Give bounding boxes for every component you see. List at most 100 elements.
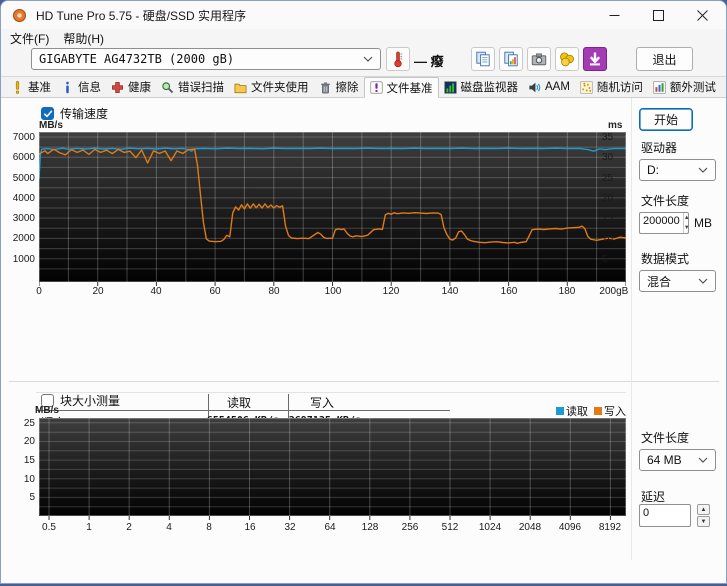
temperature-display: — 癈 <box>414 54 444 69</box>
tab-error-scan[interactable]: 错误扫描 <box>156 77 229 97</box>
main-x-axis-label: 80 <box>268 286 280 297</box>
data-mode-combo[interactable]: 混合 <box>639 270 716 292</box>
main-ms-axis-label: 10 <box>602 233 614 244</box>
drive-label: 驱动器 <box>641 141 678 155</box>
main-x-axis-label: 200gB <box>599 286 629 297</box>
tab-extra-tests[interactable]: 额外测试 <box>648 77 721 97</box>
tab-health[interactable]: 健康 <box>106 77 156 97</box>
main-x-axis-label: 100 <box>324 286 342 297</box>
file-benchmark-icon <box>369 81 383 94</box>
transfer-speed-label: 传输速度 <box>60 107 109 121</box>
drive-combo[interactable]: D: <box>639 159 716 181</box>
file-length-value: 200000 <box>643 215 680 227</box>
block-x-axis-label: 1024 <box>478 522 502 533</box>
checkbox-checked-icon <box>41 107 54 120</box>
drive-selector[interactable]: GIGABYTE AG4732TB (2000 gB) <box>31 48 381 70</box>
tab-aam[interactable]: AAM <box>523 77 575 97</box>
block-x-axis-label: 16 <box>244 522 256 533</box>
menu-file[interactable]: 文件(F) <box>10 30 49 47</box>
tab-label: 错误扫描 <box>178 82 224 94</box>
spin-up-icon[interactable]: ▲ <box>684 213 690 223</box>
delay-down-button[interactable]: ▼ <box>697 516 710 527</box>
maximize-icon <box>652 9 664 21</box>
main-x-axis-label: 20 <box>92 286 104 297</box>
block-x-axis-label: 1 <box>86 522 92 533</box>
block-file-length-value: 64 MB <box>647 453 682 467</box>
menu-help[interactable]: 帮助(H) <box>63 30 104 47</box>
main-y-axis-label: 6000 <box>12 152 35 163</box>
results-top-border <box>36 392 626 393</box>
benchmark-icon <box>11 80 24 94</box>
block-chart-legend: 读取 写入 <box>481 403 626 419</box>
block-y-axis-label: 15 <box>23 455 35 466</box>
delay-up-button[interactable]: ▲ <box>697 504 710 515</box>
tab-label: 擦除 <box>335 82 359 94</box>
copy-text-button[interactable] <box>471 47 495 71</box>
main-ms-axis-label: 30 <box>602 152 614 163</box>
exit-button[interactable]: 退出 <box>636 47 693 71</box>
temperature-button[interactable] <box>386 47 410 71</box>
data-mode-value: 混合 <box>647 274 672 289</box>
block-size-label: 块大小测量 <box>60 394 121 408</box>
main-chart-yunit-right: ms <box>608 120 623 131</box>
block-x-axis-label: 4096 <box>558 522 582 533</box>
tab-label: 健康 <box>128 82 151 94</box>
panel-separator <box>631 98 632 560</box>
section-divider <box>9 381 719 382</box>
download-button[interactable] <box>583 47 607 71</box>
legend-write: 写入 <box>594 403 626 419</box>
main-y-axis-label: 7000 <box>12 132 35 143</box>
block-x-axis-label: 2 <box>126 522 132 533</box>
copy-image-button[interactable] <box>499 47 523 71</box>
block-x-axis-label: 8 <box>206 522 212 533</box>
tab-random-access[interactable]: 随机访问 <box>575 77 648 97</box>
tab-file-benchmark[interactable]: 文件基准 <box>363 77 439 98</box>
delay-value: 0 <box>643 507 650 519</box>
close-icon <box>696 9 708 21</box>
tab-label: 信息 <box>78 82 101 94</box>
main-y-axis-label: 4000 <box>12 193 35 204</box>
results-col-write: 写入 <box>309 396 334 410</box>
tab-benchmark[interactable]: 基准 <box>6 77 56 97</box>
maximize-button[interactable] <box>636 1 680 29</box>
minimize-button[interactable] <box>592 1 636 29</box>
delay-input[interactable]: 0 <box>639 504 691 527</box>
tabbar: 基准 信息 健康 错误扫描 文件夹使用 擦除 文件基准 磁盘监视器 AAM 随机访问 额外测试 <box>1 77 726 98</box>
file-length-spinner[interactable]: 200000 ▲ ▼ <box>639 212 690 234</box>
main-x-axis-label: 180 <box>558 286 576 297</box>
main-ms-axis-label: 15 <box>602 213 614 224</box>
block-x-axis-label: 128 <box>361 522 379 533</box>
start-button[interactable]: 开始 <box>639 108 693 131</box>
block-x-axis-label: 0.5 <box>42 522 56 533</box>
block-x-axis-label: 64 <box>324 522 336 533</box>
write-color-swatch <box>594 407 602 415</box>
screenshot-button[interactable] <box>527 47 551 71</box>
tab-info[interactable]: 信息 <box>56 77 106 97</box>
tab-label: 磁盘监视器 <box>460 82 519 94</box>
block-y-axis-label: 10 <box>23 474 35 485</box>
block-size-chart <box>39 418 626 520</box>
block-x-axis-label: 256 <box>401 522 419 533</box>
block-x-axis-label: 32 <box>284 522 296 533</box>
trash-icon <box>319 81 332 94</box>
save-results-button[interactable] <box>555 47 579 71</box>
tab-label: 随机访问 <box>596 82 643 94</box>
spin-down-icon[interactable]: ▼ <box>684 223 690 233</box>
tab-erase[interactable]: 擦除 <box>314 77 364 97</box>
main-ms-axis-label: 20 <box>602 193 614 204</box>
tab-disk-monitor[interactable]: 磁盘监视器 <box>439 77 524 97</box>
tab-label: 文件夹使用 <box>251 82 309 94</box>
main-x-axis-label: 140 <box>441 286 459 297</box>
spinner-arrows[interactable]: ▲ ▼ <box>682 213 690 233</box>
drive-selector-value: GIGABYTE AG4732TB (2000 gB) <box>39 52 235 66</box>
copy-pages-icon <box>476 51 490 67</box>
close-button[interactable] <box>680 1 724 29</box>
results-col-read: 读取 <box>226 396 251 410</box>
speaker-icon <box>528 81 541 94</box>
tab-folder-usage[interactable]: 文件夹使用 <box>229 77 314 97</box>
legend-read: 读取 <box>556 403 588 419</box>
titlebar: HD Tune Pro 5.75 - 硬盘/SSD 实用程序 <box>1 1 726 29</box>
block-file-length-combo[interactable]: 64 MB <box>639 449 716 471</box>
main-ms-axis-label: 5 <box>602 254 608 265</box>
data-mode-label: 数据模式 <box>641 252 690 266</box>
